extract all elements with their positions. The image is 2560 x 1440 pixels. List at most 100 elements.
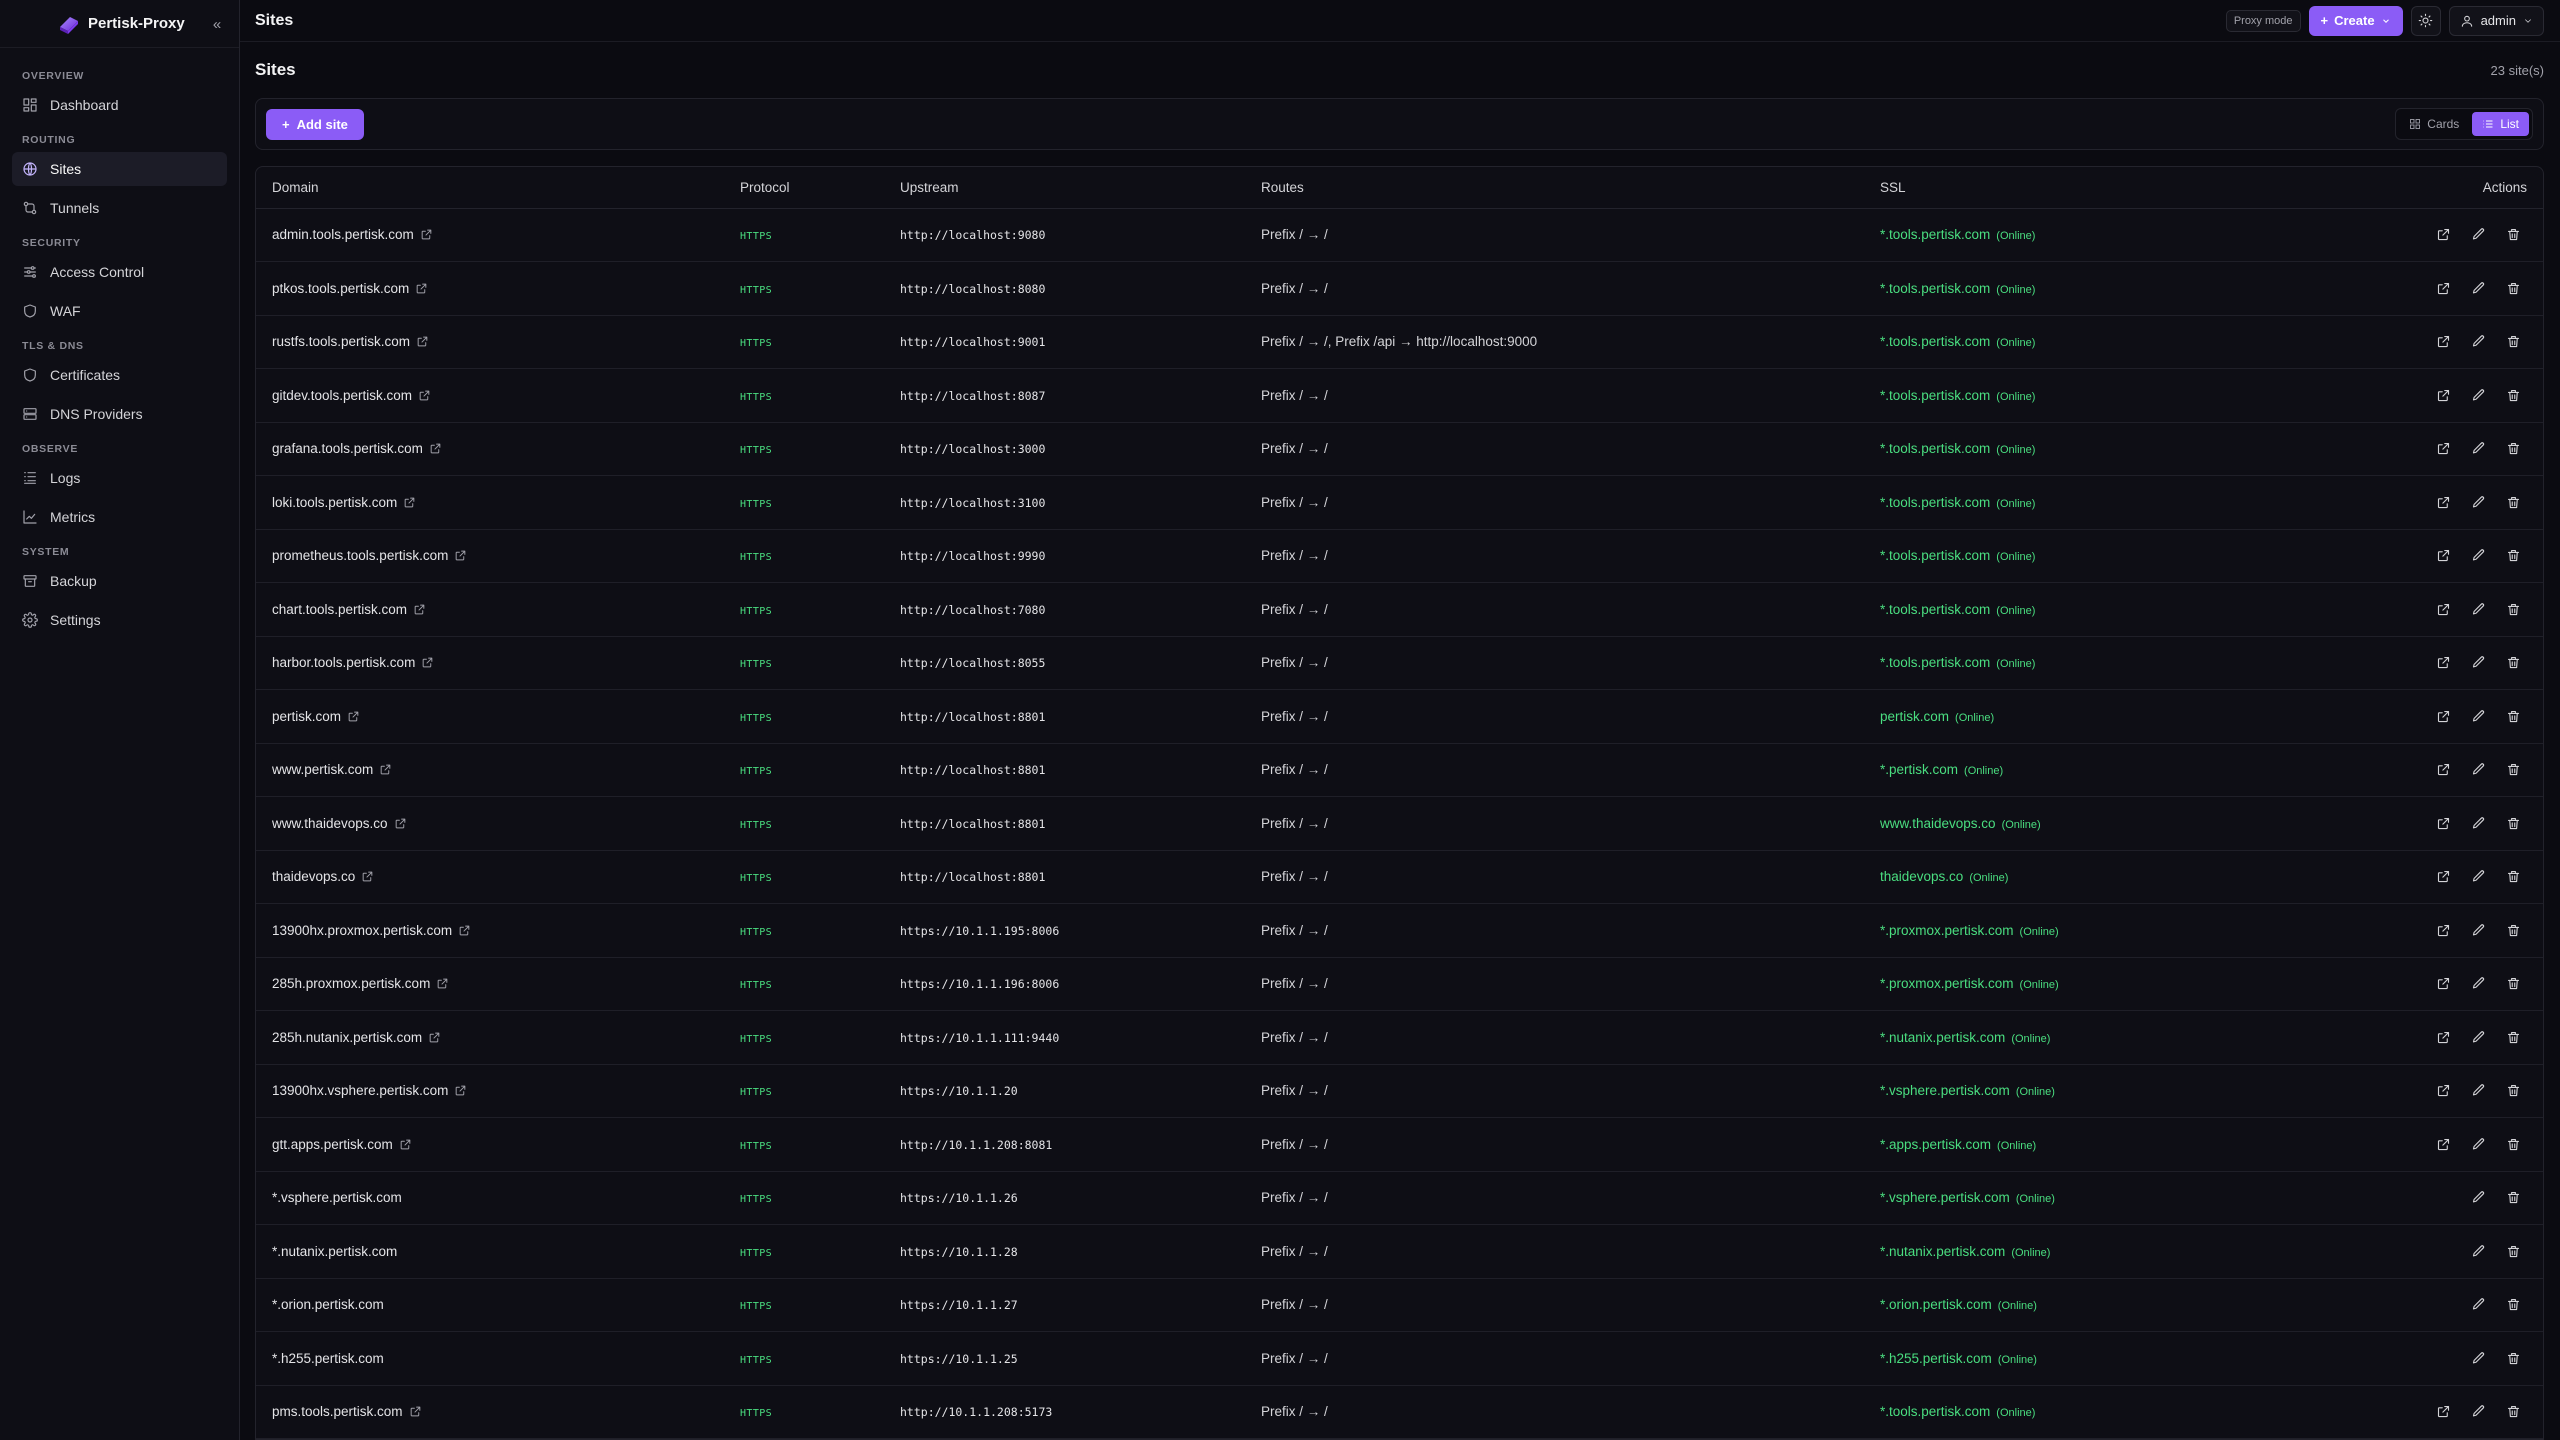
user-menu-button[interactable]: admin — [2448, 5, 2544, 36]
open-site-button[interactable] — [2430, 328, 2457, 355]
open-external-link[interactable] — [428, 1031, 441, 1044]
edit-site-button[interactable] — [2465, 756, 2492, 783]
sidebar-item-certificates[interactable]: Certificates — [12, 358, 227, 392]
ssl-certificate[interactable]: *.proxmox.pertisk.com — [1880, 976, 2014, 991]
ssl-certificate[interactable]: *.tools.pertisk.com — [1880, 227, 1990, 242]
open-external-link[interactable] — [347, 710, 360, 723]
open-site-button[interactable] — [2430, 489, 2457, 516]
create-button[interactable]: + Create — [2308, 5, 2403, 36]
edit-site-button[interactable] — [2465, 1398, 2492, 1425]
open-site-button[interactable] — [2430, 970, 2457, 997]
edit-site-button[interactable] — [2465, 917, 2492, 944]
ssl-certificate[interactable]: *.pertisk.com — [1880, 762, 1958, 777]
delete-site-button[interactable] — [2500, 1077, 2527, 1104]
delete-site-button[interactable] — [2500, 810, 2527, 837]
edit-site-button[interactable] — [2465, 1131, 2492, 1158]
delete-site-button[interactable] — [2500, 542, 2527, 569]
open-external-link[interactable] — [399, 1138, 412, 1151]
edit-site-button[interactable] — [2465, 435, 2492, 462]
edit-site-button[interactable] — [2465, 489, 2492, 516]
open-site-button[interactable] — [2430, 435, 2457, 462]
delete-site-button[interactable] — [2500, 1238, 2527, 1265]
sidebar-item-dns-providers[interactable]: DNS Providers — [12, 397, 227, 431]
open-site-button[interactable] — [2430, 649, 2457, 676]
open-external-link[interactable] — [418, 389, 431, 402]
delete-site-button[interactable] — [2500, 382, 2527, 409]
sidebar-item-backup[interactable]: Backup — [12, 564, 227, 598]
edit-site-button[interactable] — [2465, 596, 2492, 623]
delete-site-button[interactable] — [2500, 328, 2527, 355]
open-site-button[interactable] — [2430, 1077, 2457, 1104]
sidebar-item-tunnels[interactable]: Tunnels — [12, 191, 227, 225]
open-external-link[interactable] — [379, 763, 392, 776]
open-site-button[interactable] — [2430, 275, 2457, 302]
delete-site-button[interactable] — [2500, 221, 2527, 248]
open-site-button[interactable] — [2430, 382, 2457, 409]
edit-site-button[interactable] — [2465, 542, 2492, 569]
open-external-link[interactable] — [415, 282, 428, 295]
open-external-link[interactable] — [413, 603, 426, 616]
edit-site-button[interactable] — [2465, 970, 2492, 997]
edit-site-button[interactable] — [2465, 1024, 2492, 1051]
edit-site-button[interactable] — [2465, 382, 2492, 409]
ssl-certificate[interactable]: *.h255.pertisk.com — [1880, 1351, 1992, 1366]
ssl-certificate[interactable]: pertisk.com — [1880, 709, 1949, 724]
ssl-certificate[interactable]: *.vsphere.pertisk.com — [1880, 1083, 2010, 1098]
open-external-link[interactable] — [409, 1405, 422, 1418]
open-external-link[interactable] — [361, 870, 374, 883]
ssl-certificate[interactable]: *.tools.pertisk.com — [1880, 441, 1990, 456]
open-site-button[interactable] — [2430, 756, 2457, 783]
open-external-link[interactable] — [429, 442, 442, 455]
delete-site-button[interactable] — [2500, 756, 2527, 783]
open-site-button[interactable] — [2430, 1398, 2457, 1425]
open-external-link[interactable] — [421, 656, 434, 669]
sidebar-item-access-control[interactable]: Access Control — [12, 255, 227, 289]
edit-site-button[interactable] — [2465, 1238, 2492, 1265]
sidebar-item-waf[interactable]: WAF — [12, 294, 227, 328]
ssl-certificate[interactable]: *.tools.pertisk.com — [1880, 334, 1990, 349]
delete-site-button[interactable] — [2500, 435, 2527, 462]
sidebar-item-logs[interactable]: Logs — [12, 461, 227, 495]
open-external-link[interactable] — [454, 1084, 467, 1097]
edit-site-button[interactable] — [2465, 810, 2492, 837]
collapse-sidebar-button[interactable]: « — [205, 12, 229, 36]
edit-site-button[interactable] — [2465, 221, 2492, 248]
ssl-certificate[interactable]: *.apps.pertisk.com — [1880, 1137, 1991, 1152]
open-external-link[interactable] — [416, 335, 429, 348]
open-external-link[interactable] — [394, 817, 407, 830]
open-external-link[interactable] — [403, 496, 416, 509]
open-site-button[interactable] — [2430, 596, 2457, 623]
edit-site-button[interactable] — [2465, 703, 2492, 730]
edit-site-button[interactable] — [2465, 863, 2492, 890]
ssl-certificate[interactable]: *.nutanix.pertisk.com — [1880, 1244, 2005, 1259]
open-external-link[interactable] — [420, 228, 433, 241]
sidebar-item-sites[interactable]: Sites — [12, 152, 227, 186]
delete-site-button[interactable] — [2500, 275, 2527, 302]
open-external-link[interactable] — [436, 977, 449, 990]
list-view-button[interactable]: List — [2472, 112, 2529, 136]
ssl-certificate[interactable]: *.tools.pertisk.com — [1880, 655, 1990, 670]
delete-site-button[interactable] — [2500, 1398, 2527, 1425]
edit-site-button[interactable] — [2465, 649, 2492, 676]
delete-site-button[interactable] — [2500, 1345, 2527, 1372]
open-site-button[interactable] — [2430, 917, 2457, 944]
ssl-certificate[interactable]: *.tools.pertisk.com — [1880, 602, 1990, 617]
delete-site-button[interactable] — [2500, 649, 2527, 676]
ssl-certificate[interactable]: *.tools.pertisk.com — [1880, 495, 1990, 510]
delete-site-button[interactable] — [2500, 596, 2527, 623]
open-site-button[interactable] — [2430, 1131, 2457, 1158]
delete-site-button[interactable] — [2500, 1024, 2527, 1051]
ssl-certificate[interactable]: *.tools.pertisk.com — [1880, 1404, 1990, 1419]
open-external-link[interactable] — [458, 924, 471, 937]
open-site-button[interactable] — [2430, 703, 2457, 730]
open-external-link[interactable] — [454, 549, 467, 562]
edit-site-button[interactable] — [2465, 275, 2492, 302]
open-site-button[interactable] — [2430, 863, 2457, 890]
theme-toggle-button[interactable] — [2410, 5, 2441, 36]
sidebar-item-settings[interactable]: Settings — [12, 603, 227, 637]
delete-site-button[interactable] — [2500, 1291, 2527, 1318]
cards-view-button[interactable]: Cards — [2399, 112, 2469, 136]
ssl-certificate[interactable]: thaidevops.co — [1880, 869, 1963, 884]
delete-site-button[interactable] — [2500, 970, 2527, 997]
add-site-button[interactable]: + Add site — [266, 108, 364, 140]
